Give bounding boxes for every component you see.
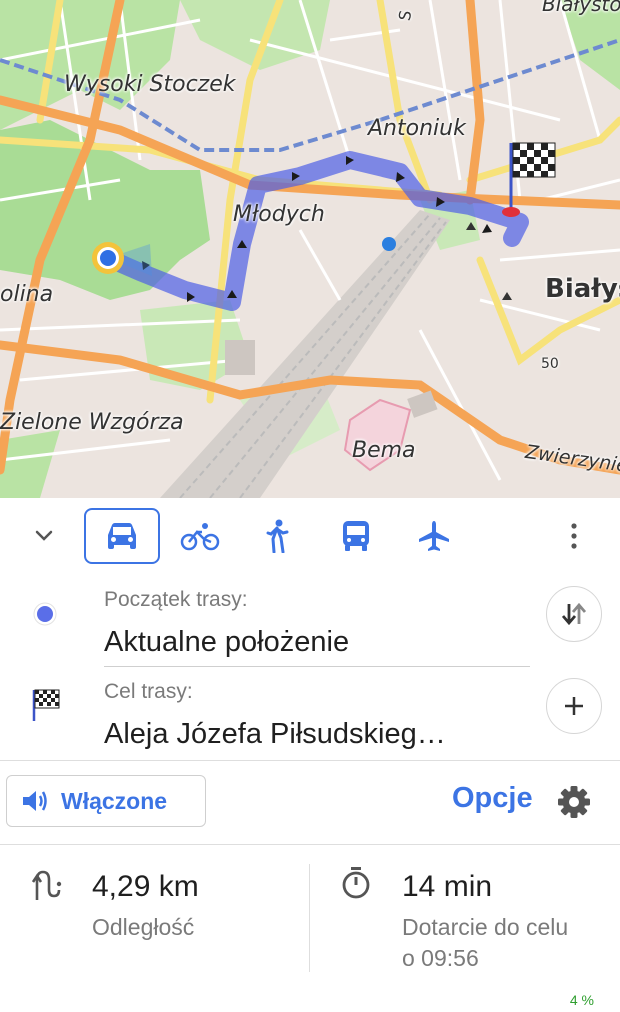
bus-icon — [343, 521, 369, 551]
map-label-olina: olina — [0, 282, 54, 307]
divider — [0, 760, 620, 761]
mode-bicycle-button[interactable] — [162, 508, 238, 564]
arrival-time: o 09:56 — [402, 945, 479, 971]
gear-icon[interactable] — [557, 785, 591, 819]
voice-toggle-label: Włączone — [61, 787, 168, 814]
map-label-antoniuk: Antoniuk — [368, 116, 466, 141]
speaker-icon — [23, 791, 47, 811]
start-caption: Początek trasy: — [104, 588, 248, 611]
plus-icon — [565, 697, 583, 715]
start-value[interactable]: Aktualne położenie — [104, 626, 349, 659]
collapse-button[interactable] — [6, 508, 82, 564]
calculation-progress: 4 % — [569, 992, 594, 1008]
divider — [104, 666, 530, 667]
start-point-icon — [33, 602, 57, 626]
airplane-icon — [419, 521, 449, 551]
map-label-wysoki-stoczek: Wysoki Stoczek — [64, 72, 236, 97]
destination-row[interactable]: Cel trasy: Aleja Józefa Piłsudskieg… — [0, 674, 620, 758]
chevron-down-icon — [35, 530, 53, 541]
more-options-button[interactable] — [536, 508, 612, 564]
mode-airplane-button[interactable] — [396, 508, 472, 564]
distance-value: 4,29 km — [92, 870, 199, 903]
start-point-row[interactable]: Początek trasy: Aktualne położenie — [0, 582, 620, 667]
transport-mode-bar — [0, 498, 620, 578]
map-label-zielone-wzgorza: Zielone Wzgórza — [0, 410, 184, 435]
mode-pedestrian-button[interactable] — [240, 508, 316, 564]
destination-caption: Cel trasy: — [104, 680, 193, 703]
mode-bus-button[interactable] — [318, 508, 394, 564]
map-label-bema: Bema — [352, 438, 416, 463]
pedestrian-icon — [266, 519, 289, 553]
checkered-flag-icon — [32, 689, 60, 721]
options-button[interactable]: Opcje — [452, 782, 533, 815]
timer-icon — [342, 867, 370, 899]
road-label: 50 — [541, 356, 559, 372]
voice-toggle-button[interactable]: Włączone — [6, 775, 206, 827]
map-label-bialys: Białys — [545, 274, 620, 304]
divider — [0, 844, 620, 845]
add-waypoint-button[interactable] — [546, 678, 602, 734]
arrival-label: Dotarcie do celu — [402, 914, 569, 940]
map-view[interactable]: Białysto Wysoki Stoczek Antoniuk Młodych… — [0, 0, 620, 498]
car-icon — [108, 523, 136, 549]
route-planning-panel: Początek trasy: Aktualne położenie Cel t… — [0, 498, 620, 1012]
map-label-mlodych: Młodych — [233, 202, 325, 227]
divider — [309, 864, 310, 972]
bicycle-icon — [180, 523, 220, 551]
time-value: 14 min — [402, 870, 493, 903]
distance-label: Odległość — [92, 914, 195, 940]
more-vert-icon — [571, 523, 577, 549]
destination-value[interactable]: Aleja Józefa Piłsudskieg… — [104, 718, 446, 751]
swap-points-button[interactable] — [546, 586, 602, 642]
swap-arrows-icon — [561, 602, 587, 626]
map-label-bialystok: Białysto — [542, 0, 620, 16]
route-distance-icon — [31, 870, 62, 900]
mode-car-button[interactable] — [84, 508, 160, 564]
